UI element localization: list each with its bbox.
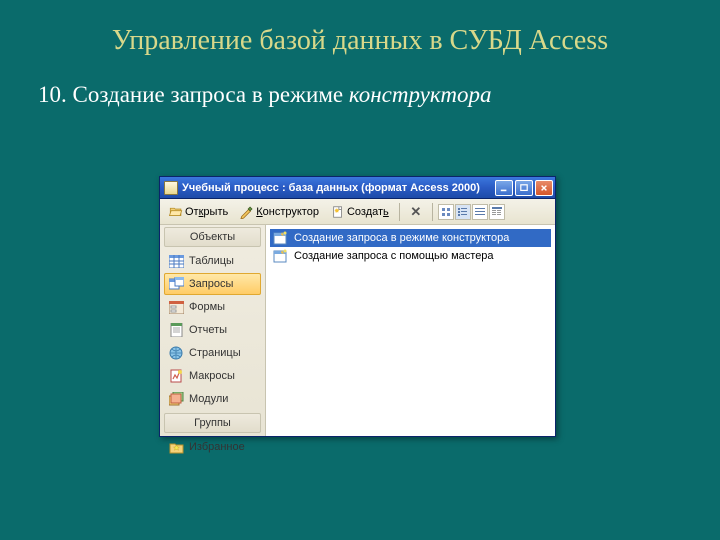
sidebar-item-tables[interactable]: Таблицы bbox=[164, 250, 261, 272]
window-titlebar[interactable]: Учебный процесс : база данных (формат Ac… bbox=[160, 177, 555, 199]
query-icon bbox=[169, 277, 184, 291]
list-item-label: Создание запроса с помощью мастера bbox=[294, 250, 494, 262]
wizard-icon bbox=[273, 248, 289, 264]
view-list-button[interactable] bbox=[472, 204, 488, 220]
open-icon bbox=[169, 205, 183, 219]
design-icon bbox=[240, 205, 254, 219]
database-icon bbox=[164, 181, 178, 195]
sidebar-header-groups[interactable]: Группы bbox=[164, 413, 261, 433]
sidebar-item-reports[interactable]: Отчеты bbox=[164, 319, 261, 341]
maximize-button[interactable] bbox=[515, 180, 533, 196]
sidebar-item-label: Макросы bbox=[189, 370, 235, 382]
sidebar-item-label: Запросы bbox=[189, 278, 233, 290]
slide-subtitle: 10. Создание запроса в режиме конструкто… bbox=[0, 57, 720, 108]
close-button[interactable] bbox=[535, 180, 553, 196]
slide-title: Управление базой данных в СУБД Access bbox=[0, 0, 720, 57]
report-icon bbox=[169, 323, 184, 337]
view-details-button[interactable] bbox=[489, 204, 505, 220]
delete-button[interactable]: ✕ bbox=[405, 202, 427, 222]
sidebar-header-objects[interactable]: Объекты bbox=[164, 227, 261, 247]
window-title: Учебный процесс : база данных (формат Ac… bbox=[182, 182, 495, 194]
sidebar-item-forms[interactable]: Формы bbox=[164, 296, 261, 318]
macro-icon bbox=[169, 369, 184, 383]
subtitle-number: 10. bbox=[38, 82, 67, 107]
view-buttons-group bbox=[438, 204, 505, 220]
sidebar-item-label: Формы bbox=[189, 301, 225, 313]
window-controls bbox=[495, 180, 553, 196]
wizard-icon bbox=[273, 230, 289, 246]
sidebar-item-label: Отчеты bbox=[189, 324, 227, 336]
design-button[interactable]: Конструктор bbox=[235, 202, 324, 222]
open-button[interactable]: Открыть bbox=[164, 202, 233, 222]
toolbar-separator bbox=[399, 203, 400, 221]
access-database-window: Учебный процесс : база данных (формат Ac… bbox=[159, 176, 556, 437]
design-label: Конструктор bbox=[256, 206, 319, 218]
sidebar-item-queries[interactable]: Запросы bbox=[164, 273, 261, 295]
sidebar-item-favorites[interactable]: Избранное bbox=[164, 436, 261, 458]
list-item-create-design[interactable]: Создание запроса в режиме конструктора bbox=[270, 229, 551, 247]
sidebar-item-label: Модули bbox=[189, 393, 228, 405]
sidebar-item-label: Страницы bbox=[189, 347, 241, 359]
module-icon bbox=[169, 392, 184, 406]
subtitle-text: Создание запроса в режиме bbox=[73, 82, 344, 107]
new-button[interactable]: Создать bbox=[326, 202, 394, 222]
list-item-label: Создание запроса в режиме конструктора bbox=[294, 232, 509, 244]
toolbar: Открыть Конструктор Создать ✕ bbox=[160, 199, 555, 225]
sidebar-item-label: Таблицы bbox=[189, 255, 234, 267]
view-large-icons-button[interactable] bbox=[438, 204, 454, 220]
content-pane[interactable]: Создание запроса в режиме конструктора С… bbox=[266, 225, 555, 436]
sidebar-item-macros[interactable]: Макросы bbox=[164, 365, 261, 387]
delete-icon: ✕ bbox=[409, 205, 423, 219]
open-label: Открыть bbox=[185, 206, 228, 218]
sidebar-item-pages[interactable]: Страницы bbox=[164, 342, 261, 364]
window-body: Объекты Таблицы Запросы Формы bbox=[160, 225, 555, 436]
list-item-create-wizard[interactable]: Создание запроса с помощью мастера bbox=[270, 247, 551, 265]
view-small-icons-button[interactable] bbox=[455, 204, 471, 220]
subtitle-italic: конструктора bbox=[349, 82, 492, 107]
new-label: Создать bbox=[347, 206, 389, 218]
form-icon bbox=[169, 300, 184, 314]
objects-sidebar: Объекты Таблицы Запросы Формы bbox=[160, 225, 266, 436]
favorites-icon bbox=[169, 440, 184, 454]
new-icon bbox=[331, 205, 345, 219]
sidebar-item-modules[interactable]: Модули bbox=[164, 388, 261, 410]
sidebar-item-label: Избранное bbox=[189, 441, 245, 453]
page-icon bbox=[169, 346, 184, 360]
table-icon bbox=[169, 254, 184, 268]
toolbar-separator-2 bbox=[432, 203, 433, 221]
minimize-button[interactable] bbox=[495, 180, 513, 196]
